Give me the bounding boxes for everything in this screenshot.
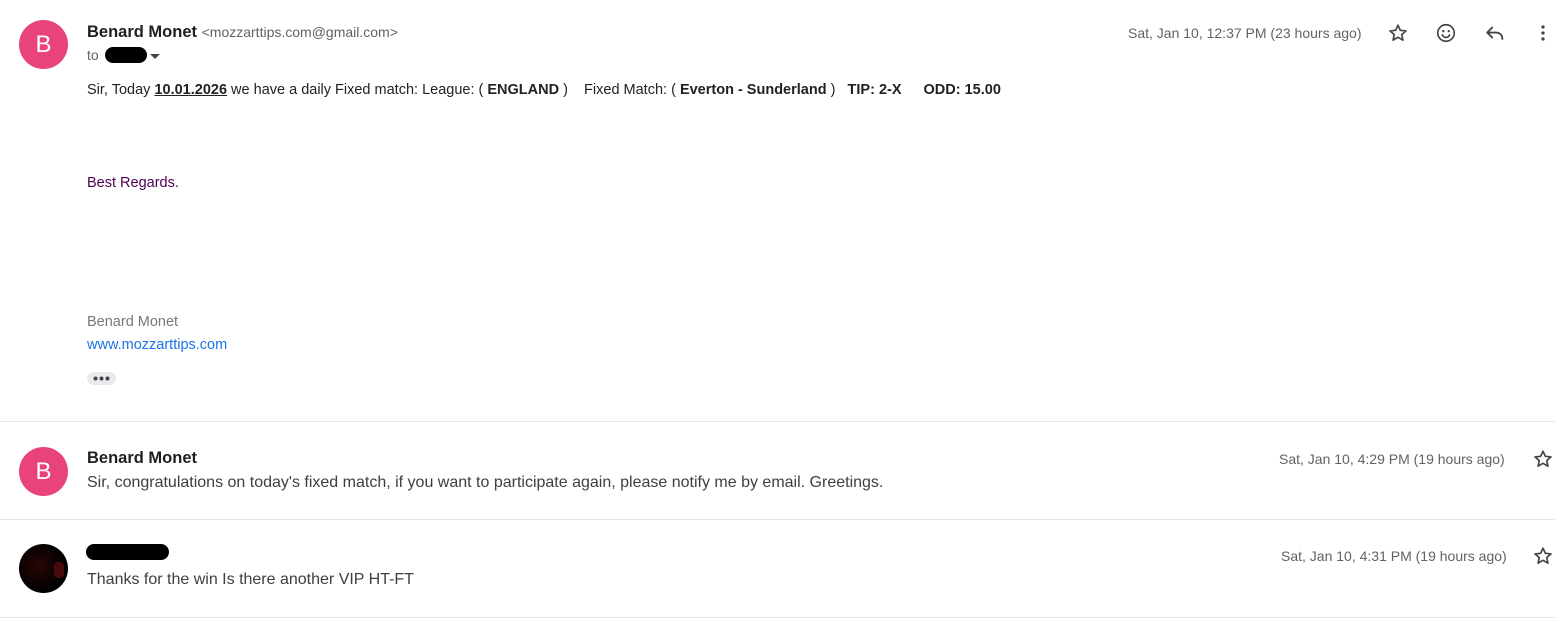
message-body-text: Sir, Today 10.01.2026 we have a daily Fi…	[87, 82, 1001, 98]
body-text-part: Sir, Today	[87, 82, 155, 98]
emoji-icon[interactable]	[1434, 21, 1458, 45]
avatar-letter: B	[35, 30, 52, 58]
body-tip: TIP: 2-X	[847, 82, 902, 98]
message-timestamp: Sat, Jan 10, 4:29 PM (19 hours ago)	[1279, 451, 1505, 467]
sender-name[interactable]: Benard Monet	[87, 23, 197, 41]
message-snippet: Sir, congratulations on today's fixed ma…	[87, 474, 884, 491]
to-label: to	[87, 47, 99, 63]
body-odd: ODD: 15.00	[923, 82, 1001, 98]
sender-name: Benard Monet	[87, 449, 198, 467]
body-text-part: )	[826, 82, 848, 98]
message-divider	[0, 617, 1555, 618]
sender-avatar[interactable]	[19, 544, 68, 593]
body-date: 10.01.2026	[154, 82, 228, 98]
message-expanded: B Benard Monet <mozzarttips.com@gmail.co…	[0, 0, 1561, 421]
signature-website-link[interactable]: www.mozzarttips.com	[87, 337, 227, 353]
body-match: Everton - Sunderland	[679, 82, 827, 98]
message-collapsed[interactable]: Thanks for the win Is there another VIP …	[0, 520, 1561, 618]
message-timestamp: Sat, Jan 10, 4:31 PM (19 hours ago)	[1281, 548, 1507, 564]
body-text-part: we have a daily Fixed match: League: (	[227, 82, 488, 98]
sender-avatar[interactable]: B	[19, 447, 68, 496]
message-snippet: Thanks for the win Is there another VIP …	[87, 571, 414, 588]
reply-icon[interactable]	[1483, 21, 1507, 45]
recipient-line: to	[87, 47, 160, 63]
best-regards-text: Best Regards.	[87, 175, 179, 191]
body-text-part: ) Fixed Match: (	[559, 82, 680, 98]
avatar-letter: B	[35, 457, 52, 485]
recipient-details-dropdown-icon[interactable]	[149, 53, 160, 59]
message-timestamp: Sat, Jan 10, 12:37 PM (23 hours ago)	[1128, 25, 1362, 41]
sender-line: Benard Monet <mozzarttips.com@gmail.com>	[87, 23, 398, 42]
show-trimmed-content-button[interactable]	[87, 372, 116, 385]
sender-avatar[interactable]: B	[19, 20, 68, 69]
sender-email: <mozzarttips.com@gmail.com>	[201, 24, 398, 40]
star-icon[interactable]	[1531, 544, 1555, 568]
signature-name: Benard Monet	[87, 314, 179, 330]
redacted-sender-name	[86, 544, 169, 560]
more-vert-icon[interactable]	[1531, 21, 1555, 45]
body-league: ENGLAND	[487, 82, 560, 98]
redacted-recipient	[104, 47, 147, 63]
star-icon[interactable]	[1386, 21, 1410, 45]
message-collapsed[interactable]: B Benard Monet Sir, congratulations on t…	[0, 422, 1561, 519]
star-icon[interactable]	[1531, 447, 1555, 471]
